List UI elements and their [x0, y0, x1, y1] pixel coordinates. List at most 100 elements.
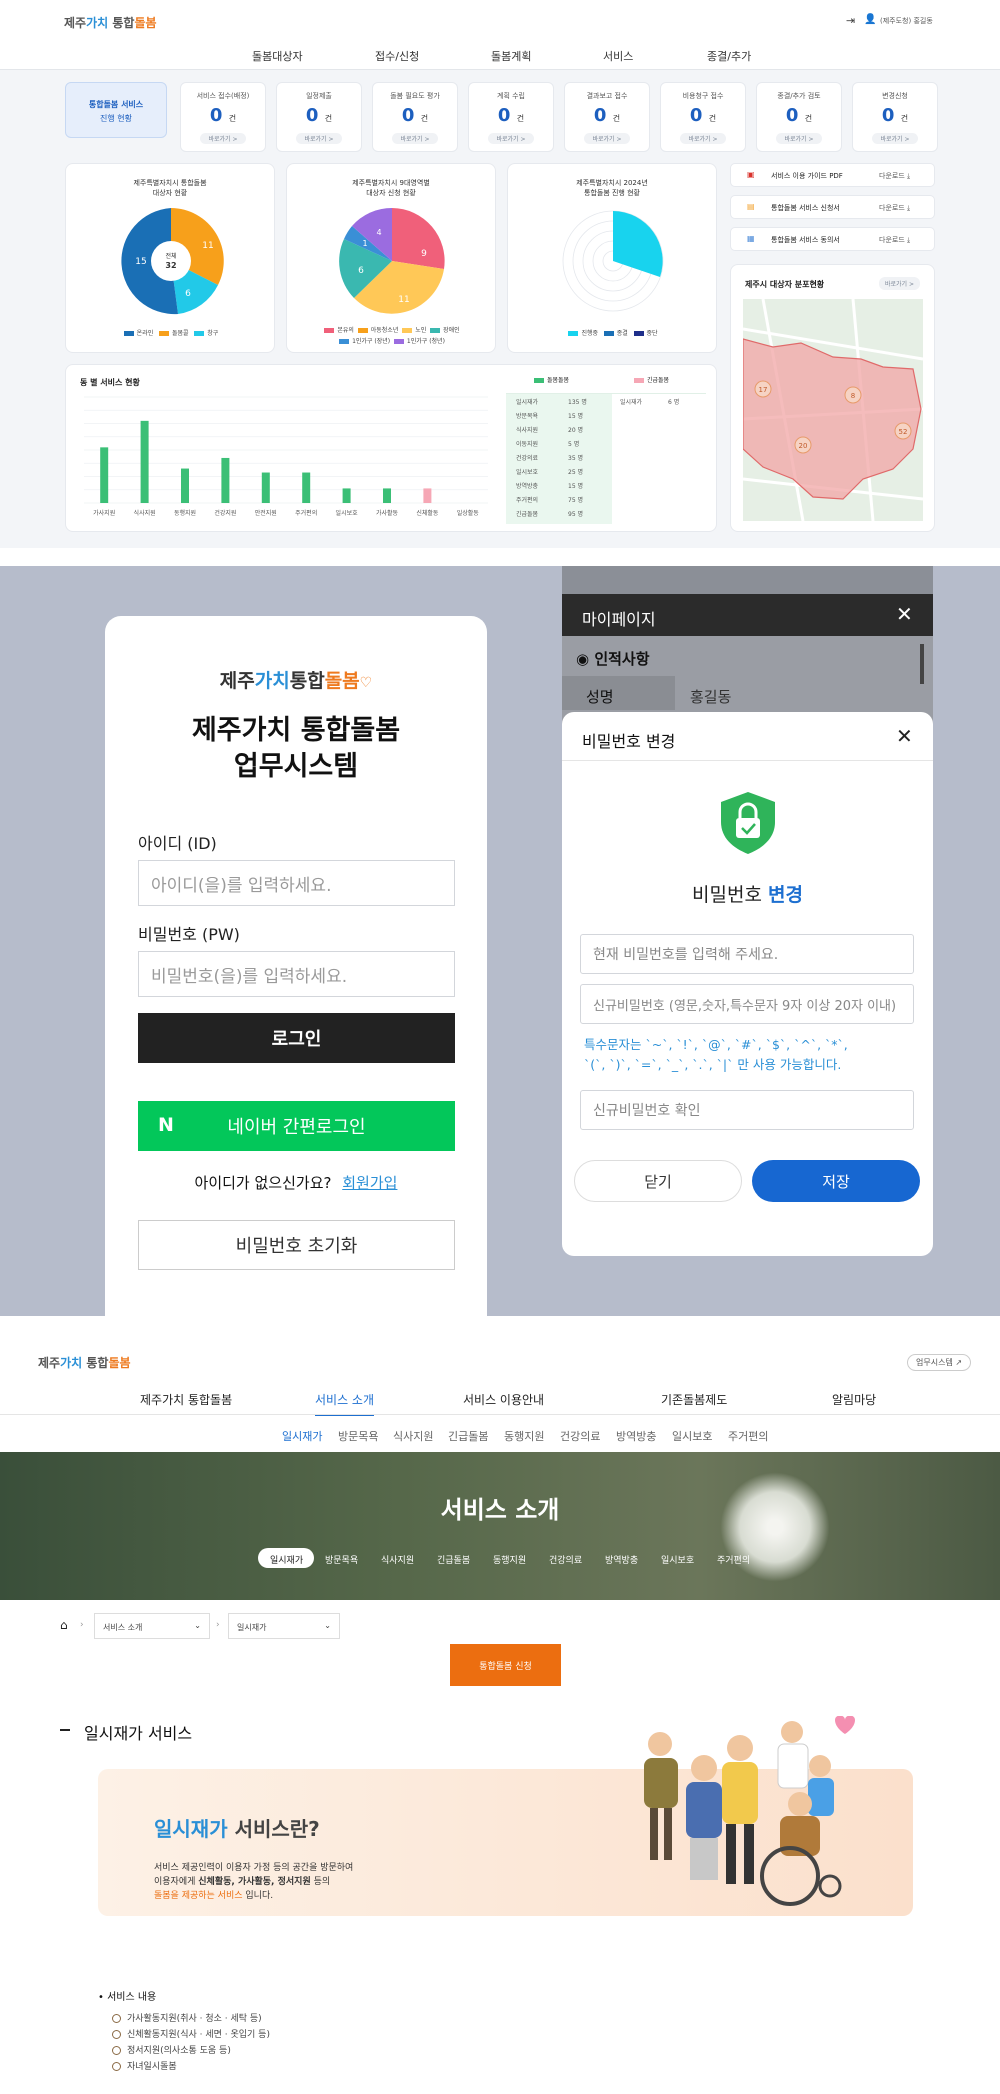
hero-tab-6[interactable]: 건강의료 [549, 1553, 582, 1566]
password-close-button[interactable]: 닫기 [574, 1160, 742, 1202]
system-link[interactable]: 업무시스템 ↗ [907, 1354, 972, 1371]
stat-value: 0 [881, 105, 895, 126]
check-circle-icon [112, 2046, 121, 2055]
nav-item-intake[interactable]: 접수/신청 [375, 48, 419, 64]
hero-tab-7[interactable]: 방역방충 [605, 1553, 638, 1566]
nav3-item-notice[interactable]: 알림마당 [832, 1391, 876, 1408]
download-consent-button[interactable]: 다운로드 ⤓ [879, 235, 910, 245]
subnav-8[interactable]: 일시보호 [672, 1428, 712, 1444]
pie3-title1: 제주특별자치시 2024년 [576, 179, 648, 187]
bar-care[interactable] [342, 488, 351, 503]
hero-tab-4[interactable]: 긴급돌봄 [437, 1553, 470, 1566]
bar-emergency[interactable] [423, 488, 432, 503]
pie-panel-areas: 제주특별자치시 9대영역별 대상자 신청 현황 9 11 6 1 4 본유의 아… [286, 163, 496, 353]
bar-care[interactable] [383, 488, 391, 503]
site-logo[interactable]: 제주가치 통합돌봄 [38, 1354, 131, 1371]
stat-card[interactable]: 결과보고 접수 0 건 바로가기 > [564, 82, 650, 152]
bar-care[interactable] [140, 420, 149, 503]
map-link[interactable]: 바로가기 > [879, 277, 921, 290]
download-guide-button[interactable]: 다운로드 ⤓ [879, 171, 910, 181]
table-cell-value: 15 명 [568, 483, 584, 490]
summary-line2: 진행 현황 [100, 114, 132, 123]
subnav-5[interactable]: 동행지원 [504, 1428, 544, 1444]
stat-card[interactable]: 돌봄 필요도 평가 0 건 바로가기 > [372, 82, 458, 152]
stat-card[interactable]: 변경신청 0 건 바로가기 > [852, 82, 938, 152]
bar-care[interactable] [261, 472, 270, 503]
pw-input[interactable]: 비밀번호(을)를 입력하세요. [138, 951, 455, 997]
nav3-item-intro[interactable]: 서비스 소개 [315, 1391, 375, 1416]
current-password-input[interactable]: 현재 비밀번호를 입력해 주세요. [580, 934, 914, 974]
bar-chart: 가사지원 식사지원 동행지원 건강지원 안전지원 주거편의 일시보호 가사활동 신체활동 일상활동 [84, 396, 488, 517]
hero-tab-8[interactable]: 일시보호 [661, 1553, 694, 1566]
stat-card[interactable]: 비용청구 접수 0 건 바로가기 > [660, 82, 746, 152]
subnav-9[interactable]: 주거편의 [728, 1428, 768, 1444]
subnav-1[interactable]: 일시재가 [282, 1428, 322, 1444]
x-tick-label: 건강지원 [214, 509, 236, 517]
download-application-button[interactable]: 다운로드 ⤓ [879, 203, 910, 213]
stat-card[interactable]: 서비스 접수(배정) 0 건 바로가기 > [180, 82, 266, 152]
nav3-item-existing[interactable]: 기존돌봄제도 [661, 1391, 727, 1408]
hero-title: 서비스 소개 [440, 1496, 560, 1524]
login-button[interactable]: 로그인 [138, 1013, 455, 1063]
naver-login-button[interactable]: N 네이버 간편로그인 [138, 1101, 455, 1151]
district-map[interactable]: 17 8 52 20 [743, 299, 923, 521]
hero-tab-9[interactable]: 주거편의 [717, 1553, 750, 1566]
map-marker-2[interactable]: 8 [851, 392, 855, 400]
stat-link[interactable]: 바로가기 > [488, 133, 534, 144]
hero-tab-2[interactable]: 방문목욕 [325, 1553, 358, 1566]
stat-title: 종결/추가 검토 [777, 92, 821, 100]
right-table-value: 6 명 [668, 399, 680, 406]
stat-card[interactable]: 일정제출 0 건 바로가기 > [276, 82, 362, 152]
bar-care[interactable] [100, 447, 109, 503]
subnav-3[interactable]: 식사지원 [393, 1428, 433, 1444]
stat-link[interactable]: 바로가기 > [584, 133, 630, 144]
download-consent[interactable]: ▦ 통합돌봄 서비스 동의서 다운로드 ⤓ [730, 227, 935, 251]
map-marker-3[interactable]: 52 [899, 428, 908, 436]
stat-value: 0 [401, 105, 415, 126]
map-marker-1[interactable]: 17 [759, 386, 768, 394]
download-application[interactable]: ▤ 통합돌봄 서비스 신청서 다운로드 ⤓ [730, 195, 935, 219]
dashboard-logo[interactable]: 제주가치 통합돌봄 [64, 14, 157, 31]
nav-item-service[interactable]: 서비스 [603, 48, 633, 64]
stat-link[interactable]: 바로가기 > [872, 133, 918, 144]
download-guide[interactable]: ▣ 서비스 이용 가이드 PDF 다운로드 ⤓ [730, 163, 935, 187]
nav-item-close[interactable]: 종결/추가 [707, 48, 751, 64]
bar-care[interactable] [181, 468, 189, 503]
password-close-icon[interactable]: ✕ [896, 724, 913, 748]
stat-link[interactable]: 바로가기 > [776, 133, 822, 144]
apply-button[interactable]: 통합돌봄 신청 [450, 1644, 561, 1686]
home-icon[interactable]: ⌂ [60, 1618, 68, 1632]
nav3-item-guide[interactable]: 서비스 이용안내 [463, 1391, 544, 1408]
stat-link[interactable]: 바로가기 > [680, 133, 726, 144]
logout-icon[interactable]: ⇥ [846, 14, 855, 27]
subnav-4[interactable]: 긴급돌봄 [448, 1428, 488, 1444]
hero-tab-5[interactable]: 동행지원 [493, 1553, 526, 1566]
id-input[interactable]: 아이디(을)를 입력하세요. [138, 860, 455, 906]
mypage-scrollbar[interactable] [920, 644, 924, 684]
stat-link[interactable]: 바로가기 > [296, 133, 342, 144]
password-save-button[interactable]: 저장 [752, 1160, 920, 1202]
stat-link[interactable]: 바로가기 > [200, 133, 246, 144]
subnav-2[interactable]: 방문목욕 [338, 1428, 378, 1444]
bar-care[interactable] [302, 472, 311, 503]
breadcrumb-select-2[interactable]: 일시재가 ⌄ [228, 1613, 340, 1639]
nav-item-target[interactable]: 돌봄대상자 [252, 48, 303, 64]
user-name[interactable]: (제주도청) 홍길동 [880, 16, 933, 26]
new-password-input[interactable]: 신규비밀번호 (영문,숫자,특수문자 9자 이상 20자 이내) [580, 984, 914, 1024]
signup-link[interactable]: 회원가입 [342, 1174, 397, 1192]
stat-card[interactable]: 종결/추가 검토 0 건 바로가기 > [756, 82, 842, 152]
stat-link[interactable]: 바로가기 > [392, 133, 438, 144]
mypage-close-icon[interactable]: ✕ [896, 602, 913, 626]
map-marker-4[interactable]: 20 [799, 442, 808, 450]
reset-password-button[interactable]: 비밀번호 초기화 [138, 1220, 455, 1270]
stat-card[interactable]: 계획 수립 0 건 바로가기 > [468, 82, 554, 152]
subnav-6[interactable]: 건강의료 [560, 1428, 600, 1444]
nav-item-plan[interactable]: 돌봄계획 [491, 48, 531, 64]
subnav-7[interactable]: 방역방충 [616, 1428, 656, 1444]
nav3-item-home[interactable]: 제주가치 통합돌봄 [140, 1391, 232, 1408]
bar-care[interactable] [221, 457, 230, 503]
hero-tab-1[interactable]: 일시재가 [270, 1553, 303, 1566]
hero-tab-3[interactable]: 식사지원 [381, 1553, 414, 1566]
breadcrumb-select-1[interactable]: 서비스 소개 ⌄ [94, 1613, 210, 1639]
confirm-password-input[interactable]: 신규비밀번호 확인 [580, 1090, 914, 1130]
